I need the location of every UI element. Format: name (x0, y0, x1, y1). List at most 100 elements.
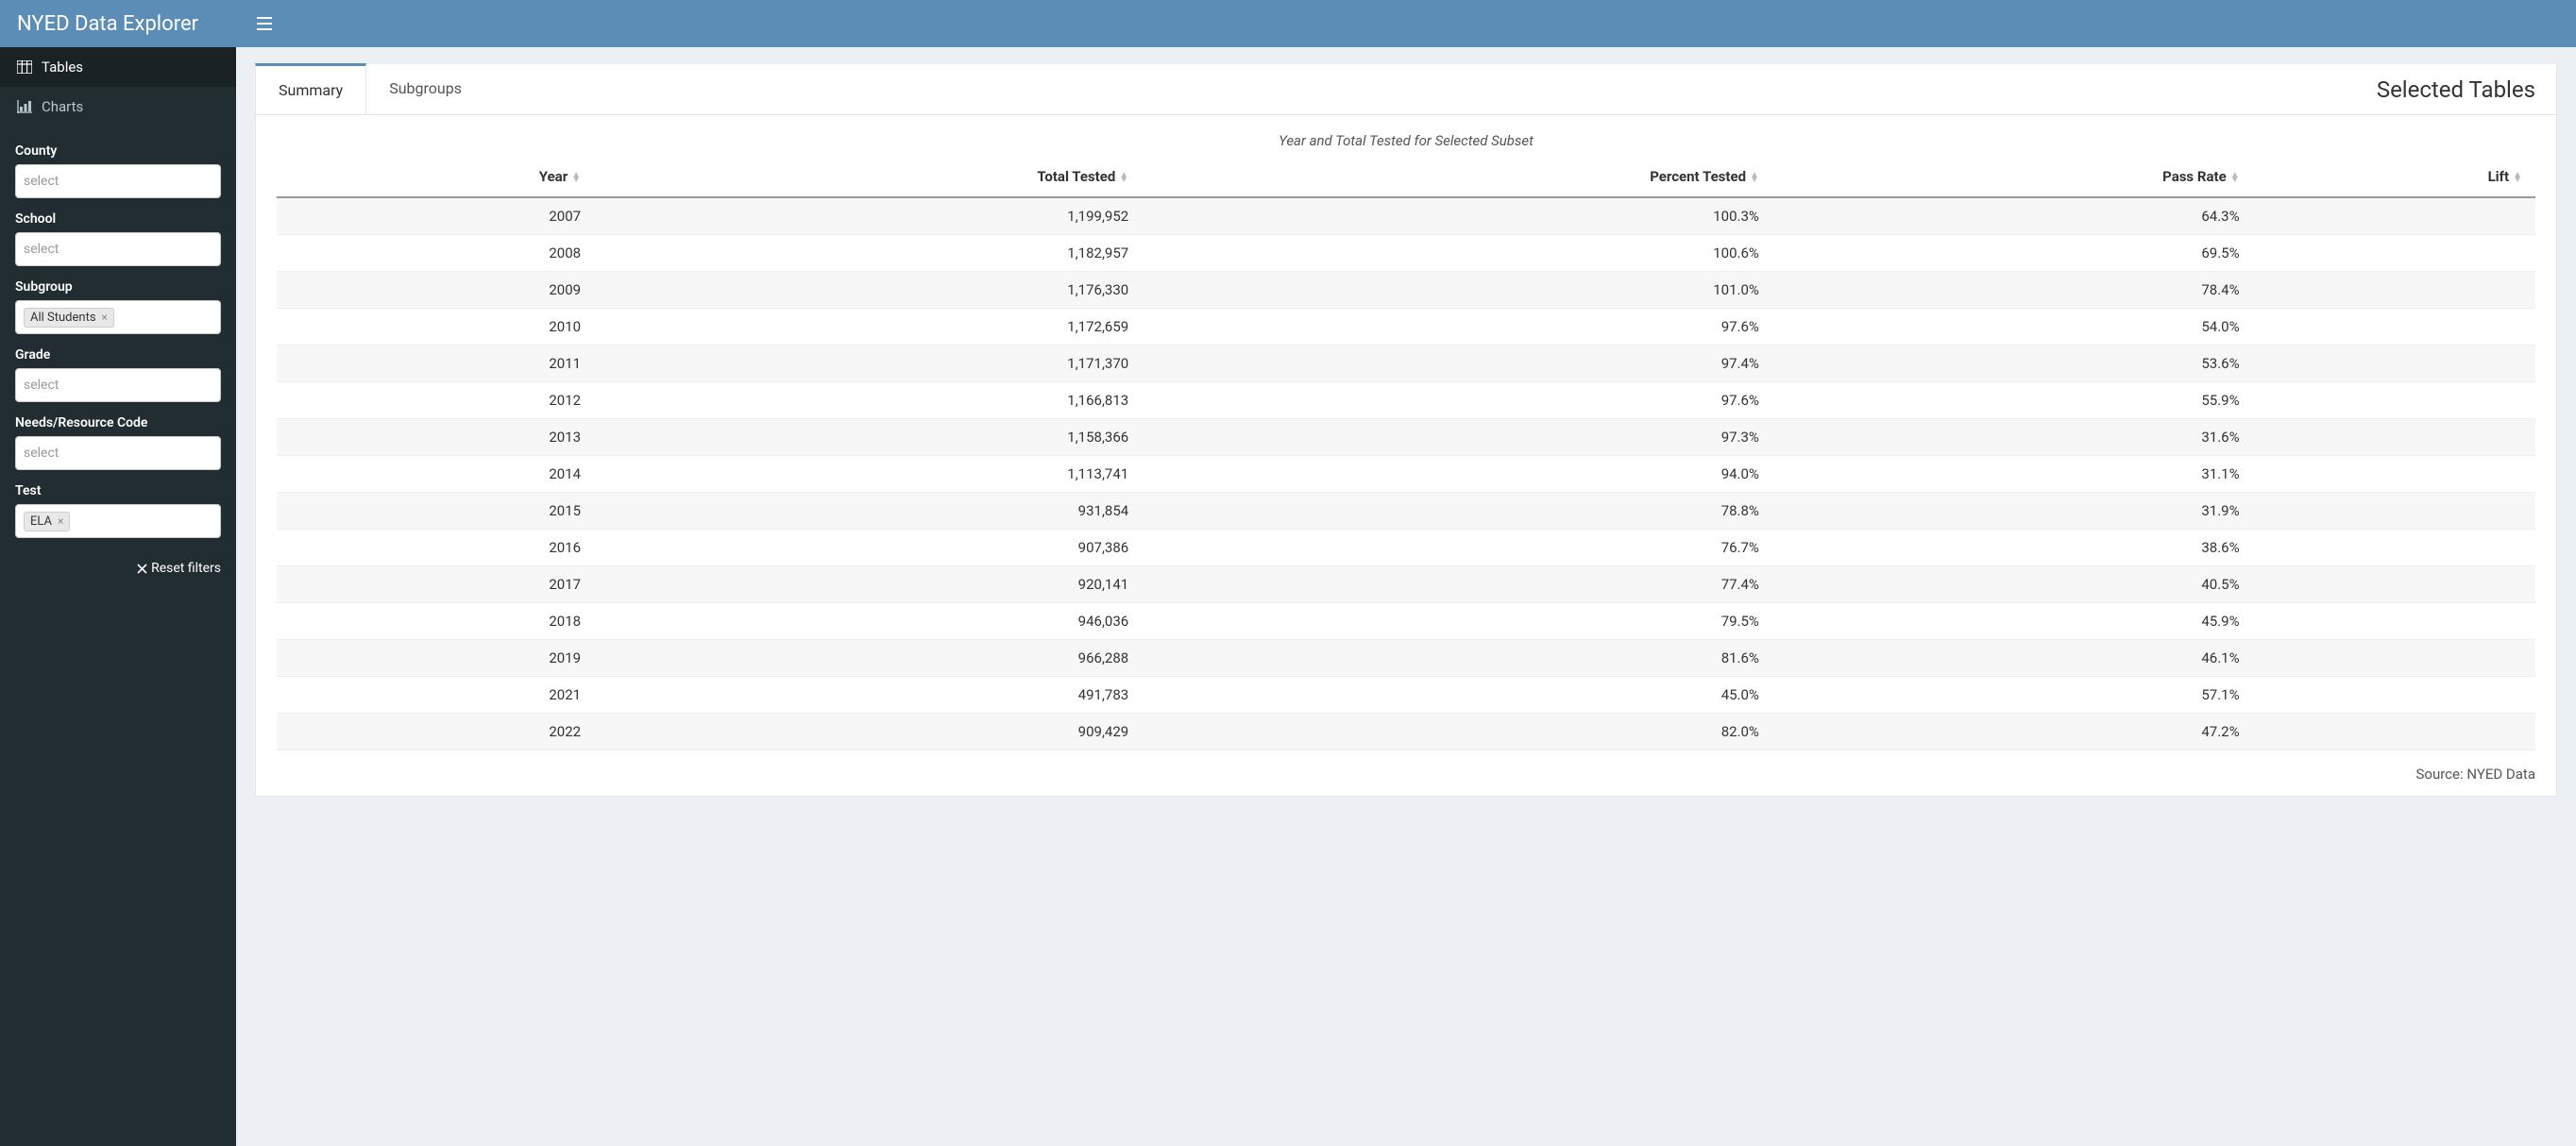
cell-percent: 94.0% (1142, 456, 1772, 493)
cell-lift (2253, 493, 2535, 530)
cell-percent: 100.6% (1142, 235, 1772, 272)
table-row: 20091,176,330101.0%78.4% (277, 272, 2535, 309)
cell-lift (2253, 566, 2535, 603)
cell-year: 2010 (277, 309, 594, 345)
test-select[interactable]: ELA× (15, 504, 221, 538)
sidebar-item-charts[interactable]: Charts (0, 87, 236, 126)
column-header-pass-rate[interactable]: Pass Rate▲▼ (1772, 159, 2253, 197)
tab-subgroups[interactable]: Subgroups (366, 64, 485, 114)
cell-total: 1,172,659 (594, 309, 1142, 345)
cell-lift (2253, 272, 2535, 309)
cell-year: 2015 (277, 493, 594, 530)
cell-lift (2253, 382, 2535, 419)
cell-year: 2007 (277, 197, 594, 235)
table-row: 20071,199,952100.3%64.3% (277, 197, 2535, 235)
cell-year: 2017 (277, 566, 594, 603)
cell-lift (2253, 530, 2535, 566)
results-card: Summary Subgroups Selected Tables Year a… (255, 64, 2557, 797)
cell-year: 2012 (277, 382, 594, 419)
cell-pass: 47.2% (1772, 714, 2253, 750)
cell-year: 2013 (277, 419, 594, 456)
cell-total: 1,113,741 (594, 456, 1142, 493)
tag-label: All Students (30, 311, 96, 325)
table-row: 20141,113,74194.0%31.1% (277, 456, 2535, 493)
tag-test: ELA× (24, 512, 70, 531)
cell-pass: 69.5% (1772, 235, 2253, 272)
cell-lift (2253, 603, 2535, 640)
cell-total: 946,036 (594, 603, 1142, 640)
cell-pass: 45.9% (1772, 603, 2253, 640)
subgroup-select[interactable]: All Students × (15, 300, 221, 334)
cell-pass: 53.6% (1772, 345, 2253, 382)
cell-lift (2253, 677, 2535, 714)
cell-year: 2008 (277, 235, 594, 272)
sidebar-item-label: Charts (42, 98, 83, 115)
table-row: 20101,172,65997.6%54.0% (277, 309, 2535, 345)
sort-icon: ▲▼ (1750, 173, 1759, 182)
cell-pass: 78.4% (1772, 272, 2253, 309)
close-icon (137, 564, 147, 574)
filter-group-school: School select (15, 211, 221, 266)
cell-percent: 101.0% (1142, 272, 1772, 309)
grade-select[interactable]: select (15, 368, 221, 402)
tag-remove-icon[interactable]: × (102, 311, 108, 324)
filter-group-test: TestELA× (15, 483, 221, 538)
reset-filters-button[interactable]: Reset filters (137, 561, 221, 576)
cell-pass: 31.1% (1772, 456, 2253, 493)
school-select[interactable]: select (15, 232, 221, 266)
cell-percent: 76.7% (1142, 530, 1772, 566)
filter-label-needs: Needs/Resource Code (15, 415, 221, 430)
cell-lift (2253, 456, 2535, 493)
main-content: Summary Subgroups Selected Tables Year a… (236, 47, 2576, 1146)
filter-group-subgroup: SubgroupAll Students× (15, 279, 221, 334)
table-row: 2017920,14177.4%40.5% (277, 566, 2535, 603)
cell-total: 966,288 (594, 640, 1142, 677)
cell-pass: 40.5% (1772, 566, 2253, 603)
cell-percent: 79.5% (1142, 603, 1772, 640)
sort-icon: ▲▼ (2513, 173, 2522, 182)
cell-year: 2014 (277, 456, 594, 493)
cell-lift (2253, 419, 2535, 456)
column-header-percent-tested[interactable]: Percent Tested▲▼ (1142, 159, 1772, 197)
table-row: 2021491,78345.0%57.1% (277, 677, 2535, 714)
cell-total: 1,171,370 (594, 345, 1142, 382)
reset-filters-label: Reset filters (151, 561, 221, 576)
cell-year: 2021 (277, 677, 594, 714)
needs-select[interactable]: select (15, 436, 221, 470)
filter-panel: CountyselectSchoolselectSubgroupAll Stud… (0, 126, 236, 538)
sidebar-item-tables[interactable]: Tables (0, 47, 236, 87)
cell-percent: 81.6% (1142, 640, 1772, 677)
table-icon (17, 60, 34, 74)
cell-lift (2253, 345, 2535, 382)
cell-pass: 46.1% (1772, 640, 2253, 677)
column-header-lift[interactable]: Lift▲▼ (2253, 159, 2535, 197)
cell-total: 1,176,330 (594, 272, 1142, 309)
filter-label-county: County (15, 143, 221, 159)
cell-year: 2016 (277, 530, 594, 566)
cell-pass: 54.0% (1772, 309, 2253, 345)
column-header-total-tested[interactable]: Total Tested▲▼ (594, 159, 1142, 197)
filter-label-grade: Grade (15, 347, 221, 362)
table-row: 20131,158,36697.3%31.6% (277, 419, 2535, 456)
sidebar-toggle-button[interactable] (247, 11, 281, 36)
cell-percent: 45.0% (1142, 677, 1772, 714)
cell-pass: 57.1% (1772, 677, 2253, 714)
table-row: 20121,166,81397.6%55.9% (277, 382, 2535, 419)
cell-percent: 100.3% (1142, 197, 1772, 235)
column-header-year[interactable]: Year▲▼ (277, 159, 594, 197)
tag-remove-icon[interactable]: × (58, 514, 63, 528)
cell-percent: 78.8% (1142, 493, 1772, 530)
cell-lift (2253, 309, 2535, 345)
cell-total: 931,854 (594, 493, 1142, 530)
table-row: 20081,182,957100.6%69.5% (277, 235, 2535, 272)
table-row: 2016907,38676.7%38.6% (277, 530, 2535, 566)
county-select[interactable]: select (15, 164, 221, 198)
hamburger-icon (257, 17, 272, 30)
table-caption: Year and Total Tested for Selected Subse… (277, 132, 2535, 149)
cell-total: 920,141 (594, 566, 1142, 603)
tab-summary[interactable]: Summary (255, 63, 366, 114)
filter-label-school: School (15, 211, 221, 227)
cell-percent: 97.4% (1142, 345, 1772, 382)
app-brand[interactable]: NYED Data Explorer (0, 0, 236, 47)
cell-pass: 38.6% (1772, 530, 2253, 566)
